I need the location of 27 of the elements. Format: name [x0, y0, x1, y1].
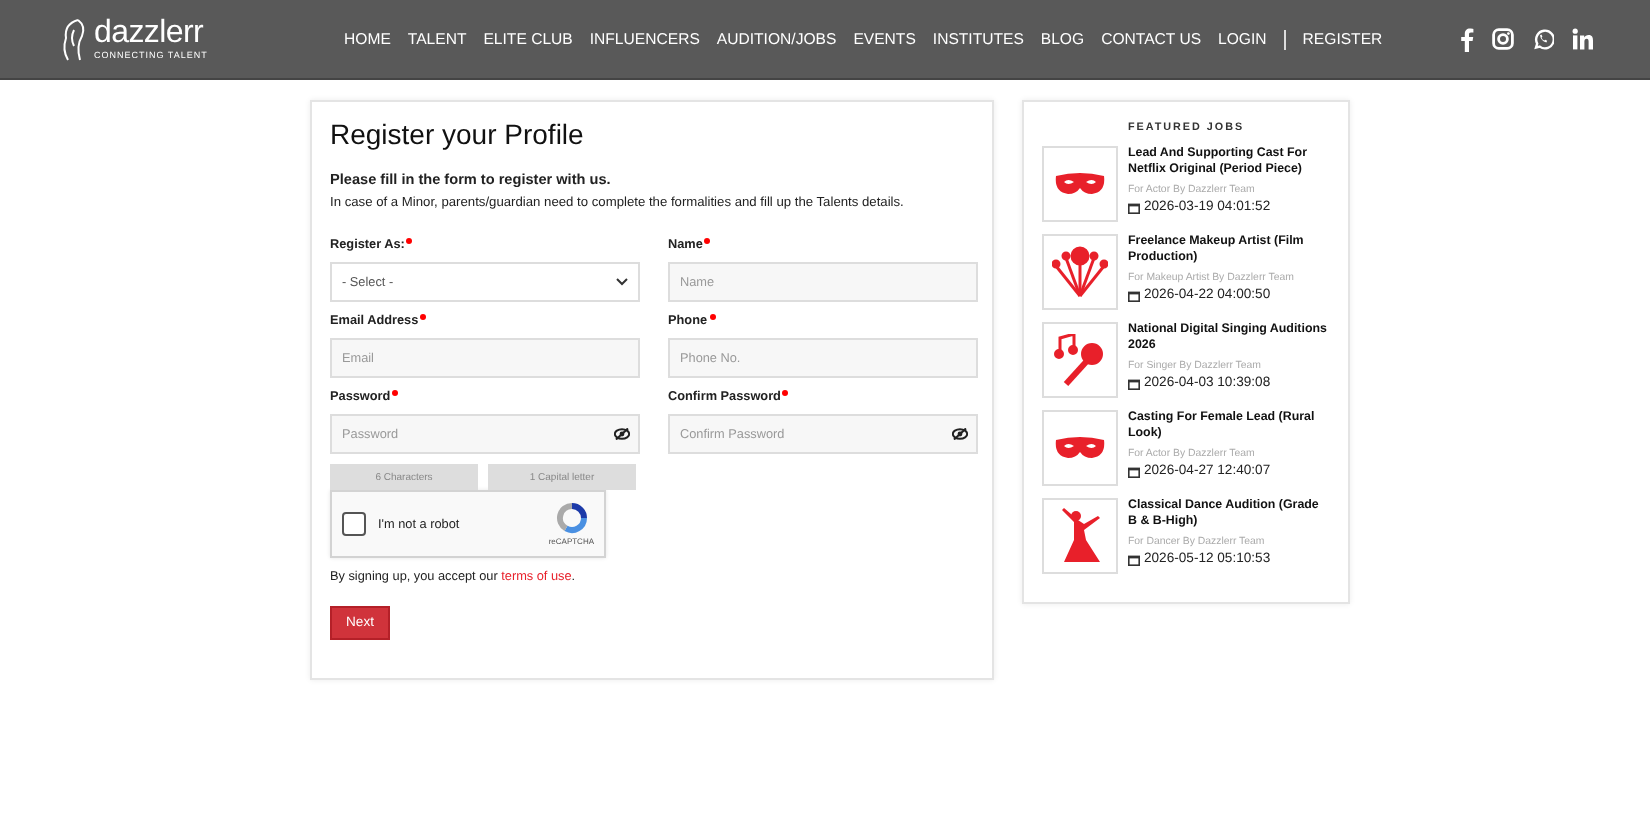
captcha-checkbox[interactable] — [342, 512, 366, 536]
chevron-icon — [616, 278, 628, 286]
makeup-brushes-icon — [1052, 246, 1108, 298]
calendar-icon — [1128, 201, 1140, 213]
mask-icon — [1054, 172, 1106, 196]
job-thumbnail[interactable] — [1042, 146, 1118, 222]
calendar-icon — [1128, 377, 1140, 389]
form-title: Register your Profile — [330, 118, 586, 150]
job-thumbnail[interactable] — [1042, 498, 1118, 574]
calendar-icon — [1128, 465, 1140, 477]
microphone-music-icon — [1054, 334, 1106, 386]
eye-slash-icon[interactable] — [614, 428, 630, 440]
logo-woman-silhouette-icon — [60, 17, 88, 61]
mask-icon — [1054, 436, 1106, 460]
job-thumbnail[interactable] — [1042, 322, 1118, 398]
job-thumbnail[interactable] — [1042, 234, 1118, 310]
linkedin-icon[interactable] — [1572, 28, 1594, 50]
instagram-icon[interactable] — [1492, 28, 1514, 50]
logo-text[interactable]: dazzlerr — [94, 18, 208, 50]
eye-slash-icon[interactable] — [952, 428, 968, 440]
dancer-icon — [1058, 508, 1102, 564]
calendar-icon — [1128, 553, 1140, 565]
whatsapp-icon[interactable] — [1532, 28, 1554, 50]
calendar-icon — [1128, 289, 1140, 301]
recaptcha-icon — [555, 502, 588, 534]
facebook-icon[interactable] — [1460, 27, 1474, 51]
job-thumbnail[interactable] — [1042, 410, 1118, 486]
